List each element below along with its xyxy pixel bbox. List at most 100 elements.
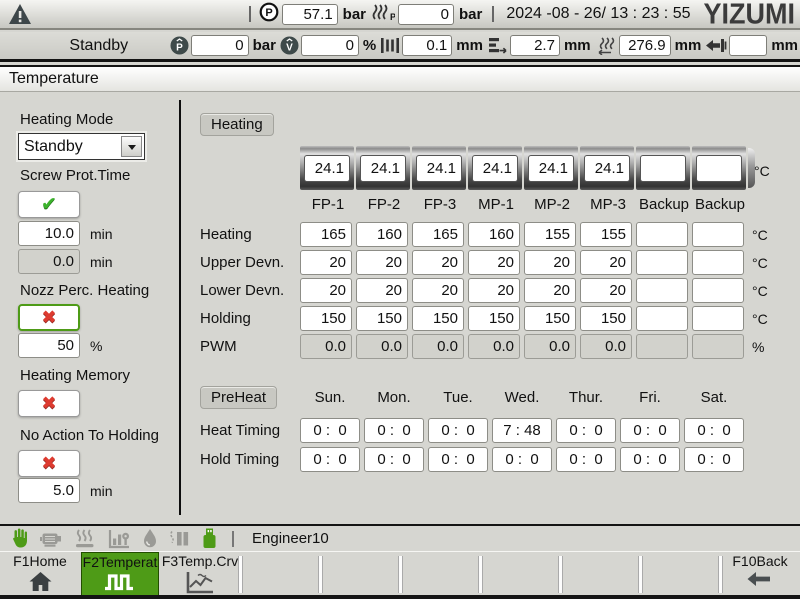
temp-setpoint-input[interactable] <box>692 278 744 303</box>
temp-setpoint-input[interactable]: 155 <box>580 222 632 247</box>
temp-setpoint-input[interactable] <box>692 306 744 331</box>
timing-input[interactable]: 0 : 0 <box>428 447 488 472</box>
temp-setpoint-input[interactable]: 20 <box>580 250 632 275</box>
temp-setpoint-input[interactable]: 20 <box>580 278 632 303</box>
row-label: Upper Devn. <box>200 254 300 271</box>
fkey-f2temperat[interactable]: F2Temperat <box>81 552 159 596</box>
warning-triangle-icon[interactable] <box>8 3 32 25</box>
temp-setpoint-input[interactable]: 160 <box>468 222 520 247</box>
separator <box>232 531 234 547</box>
temp-setpoint-input[interactable]: 20 <box>412 250 464 275</box>
temp-setpoint-input[interactable] <box>692 250 744 275</box>
temp-setpoint-input[interactable]: 150 <box>468 306 520 331</box>
temp-setpoint-input[interactable]: 165 <box>412 222 464 247</box>
unit-label: min <box>90 226 113 242</box>
temp-setpoint-input[interactable]: 150 <box>580 306 632 331</box>
day-label: Sat. <box>684 389 744 406</box>
temp-setpoint-input[interactable]: 150 <box>300 306 352 331</box>
timing-input[interactable]: 0 : 0 <box>300 447 360 472</box>
temp-setpoint-input[interactable]: 150 <box>356 306 408 331</box>
waveform-icon <box>102 571 138 594</box>
temp-readonly-value <box>692 334 744 359</box>
preheat-section-label: PreHeat <box>200 386 277 409</box>
mold-position-value: 0.1 <box>402 35 452 56</box>
timing-input[interactable]: 0 : 0 <box>428 418 488 443</box>
row-cells: 150150150150150150 <box>300 306 744 331</box>
no-action-time-input[interactable]: 5.0 <box>18 478 80 503</box>
zone-label: FP-2 <box>356 196 412 213</box>
barrel-zone: 24.1 <box>524 146 578 190</box>
temp-row: Upper Devn.202020202020°C <box>200 250 768 275</box>
timing-input[interactable]: 0 : 0 <box>364 447 424 472</box>
timing-input[interactable]: 7 : 48 <box>492 418 552 443</box>
row-label: Holding <box>200 310 300 327</box>
injection-pressure-value: 57.1 <box>282 4 338 25</box>
timing-input[interactable]: 0 : 0 <box>620 447 680 472</box>
svg-text:P: P <box>265 7 272 19</box>
timing-input[interactable]: 0 : 0 <box>364 418 424 443</box>
separator <box>238 556 243 593</box>
fkey-empty-7 <box>480 552 560 596</box>
temp-setpoint-input[interactable] <box>692 222 744 247</box>
heating-mode-select[interactable]: Standby <box>18 133 145 160</box>
temp-setpoint-input[interactable]: 150 <box>412 306 464 331</box>
zone-label: FP-1 <box>300 196 356 213</box>
temp-setpoint-input[interactable]: 155 <box>524 222 576 247</box>
temp-setpoint-input[interactable] <box>636 278 688 303</box>
hmi-screen: P 57.1 bar P 0 bar 2024 -08 - 26/ 13 : 2… <box>0 0 800 599</box>
fkey-f1home[interactable]: F1Home <box>0 552 80 596</box>
temp-readonly-value: 0.0 <box>524 334 576 359</box>
temp-setpoint-input[interactable] <box>636 250 688 275</box>
system-pressure-icon: P <box>170 36 189 55</box>
temp-setpoint-input[interactable]: 150 <box>524 306 576 331</box>
timing-input[interactable]: 0 : 0 <box>684 447 744 472</box>
screw-prot-elapsed-value: 0.0 <box>18 249 80 274</box>
carriage-position-value <box>729 35 767 56</box>
home-icon <box>27 570 54 593</box>
temp-row: Lower Devn.202020202020°C <box>200 278 768 303</box>
fkey-empty-5 <box>320 552 400 596</box>
nozz-perc-value-input[interactable]: 50 <box>18 333 80 358</box>
temp-setpoint-input[interactable]: 20 <box>300 278 352 303</box>
temp-setpoint-input[interactable]: 20 <box>356 250 408 275</box>
no-action-to-holding-toggle[interactable]: ✖ <box>18 450 80 477</box>
dropdown-arrow-icon[interactable] <box>121 136 142 157</box>
heating-memory-toggle[interactable]: ✖ <box>18 390 80 417</box>
timing-input[interactable]: 0 : 0 <box>300 418 360 443</box>
temp-setpoint-input[interactable]: 20 <box>468 250 520 275</box>
temp-setpoint-input[interactable] <box>636 222 688 247</box>
timing-input[interactable]: 0 : 0 <box>556 447 616 472</box>
temp-setpoint-input[interactable] <box>636 306 688 331</box>
fkey-f10back[interactable]: F10Back <box>720 552 800 596</box>
timing-input[interactable]: 0 : 0 <box>620 418 680 443</box>
temp-setpoint-input[interactable]: 20 <box>412 278 464 303</box>
temp-setpoint-input[interactable]: 160 <box>356 222 408 247</box>
temp-setpoint-input[interactable]: 20 <box>468 278 520 303</box>
temp-setpoint-input[interactable]: 20 <box>356 278 408 303</box>
fkey-f3temp.crv[interactable]: F3Temp.Crv <box>160 552 240 596</box>
nozz-perc-heating-toggle[interactable]: ✖ <box>18 304 80 331</box>
barrel-zone: 24.1 <box>356 146 410 190</box>
timing-input[interactable]: 0 : 0 <box>556 418 616 443</box>
pressure-circle-icon: P <box>259 2 279 27</box>
temp-setpoint-input[interactable]: 20 <box>524 250 576 275</box>
fkey-label: F10Back <box>732 553 787 570</box>
unit-label: bar <box>343 6 366 23</box>
yizumi-logo: YIZUMI <box>704 0 796 30</box>
heater-icon <box>73 529 98 549</box>
datetime: 2024 -08 - 26/ 13 : 23 : 55 <box>506 5 690 23</box>
screw-prot-time-input[interactable]: 10.0 <box>18 221 80 246</box>
temp-row: PWM0.00.00.00.00.00.0% <box>200 334 764 359</box>
timing-input[interactable]: 0 : 0 <box>492 447 552 472</box>
day-label: Fri. <box>620 389 680 406</box>
row-label: Heating <box>200 226 300 243</box>
unit-label: mm <box>675 37 702 54</box>
temp-readonly-value: 0.0 <box>412 334 464 359</box>
temp-setpoint-input[interactable]: 165 <box>300 222 352 247</box>
screw-prot-toggle[interactable]: ✔ <box>18 191 80 218</box>
timing-input[interactable]: 0 : 0 <box>684 418 744 443</box>
temp-setpoint-input[interactable]: 20 <box>300 250 352 275</box>
temp-curve-icon <box>184 570 216 595</box>
temp-setpoint-input[interactable]: 20 <box>524 278 576 303</box>
page-title-bar: Temperature <box>0 65 800 92</box>
